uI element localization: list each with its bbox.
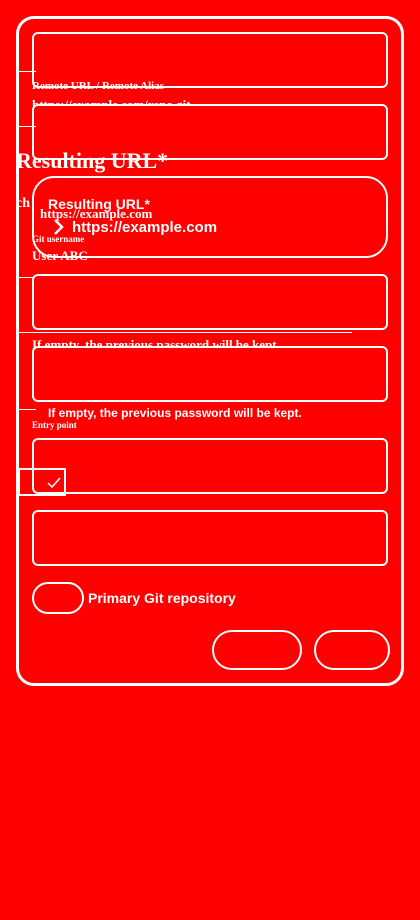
- entry-point-label: Entry point: [32, 420, 77, 430]
- cancel-button[interactable]: [212, 630, 302, 670]
- primary-repo-label: Primary Git repository: [88, 590, 236, 606]
- password-hint: If empty, the previous password will be …: [48, 406, 302, 420]
- username-field[interactable]: [32, 274, 388, 330]
- divider: [16, 332, 352, 333]
- username-value: User ABC: [32, 248, 88, 263]
- divider: [16, 71, 36, 72]
- resulting-url-value: https://example.com: [72, 219, 218, 236]
- extra-field[interactable]: [32, 510, 388, 566]
- check-icon[interactable]: [18, 468, 66, 496]
- username-label: Git username: [32, 234, 85, 244]
- primary-repo-toggle[interactable]: [32, 582, 84, 614]
- divider: [16, 126, 36, 127]
- remote-url-label: Remote URL / Remote Alias: [32, 80, 164, 92]
- password-field[interactable]: [32, 346, 388, 402]
- resulting-url-heading: Resulting URL*: [16, 148, 169, 173]
- divider: [16, 409, 36, 410]
- prefix-hint: ch: [16, 196, 30, 211]
- save-button[interactable]: [314, 630, 390, 670]
- entry-point-field[interactable]: [32, 438, 388, 494]
